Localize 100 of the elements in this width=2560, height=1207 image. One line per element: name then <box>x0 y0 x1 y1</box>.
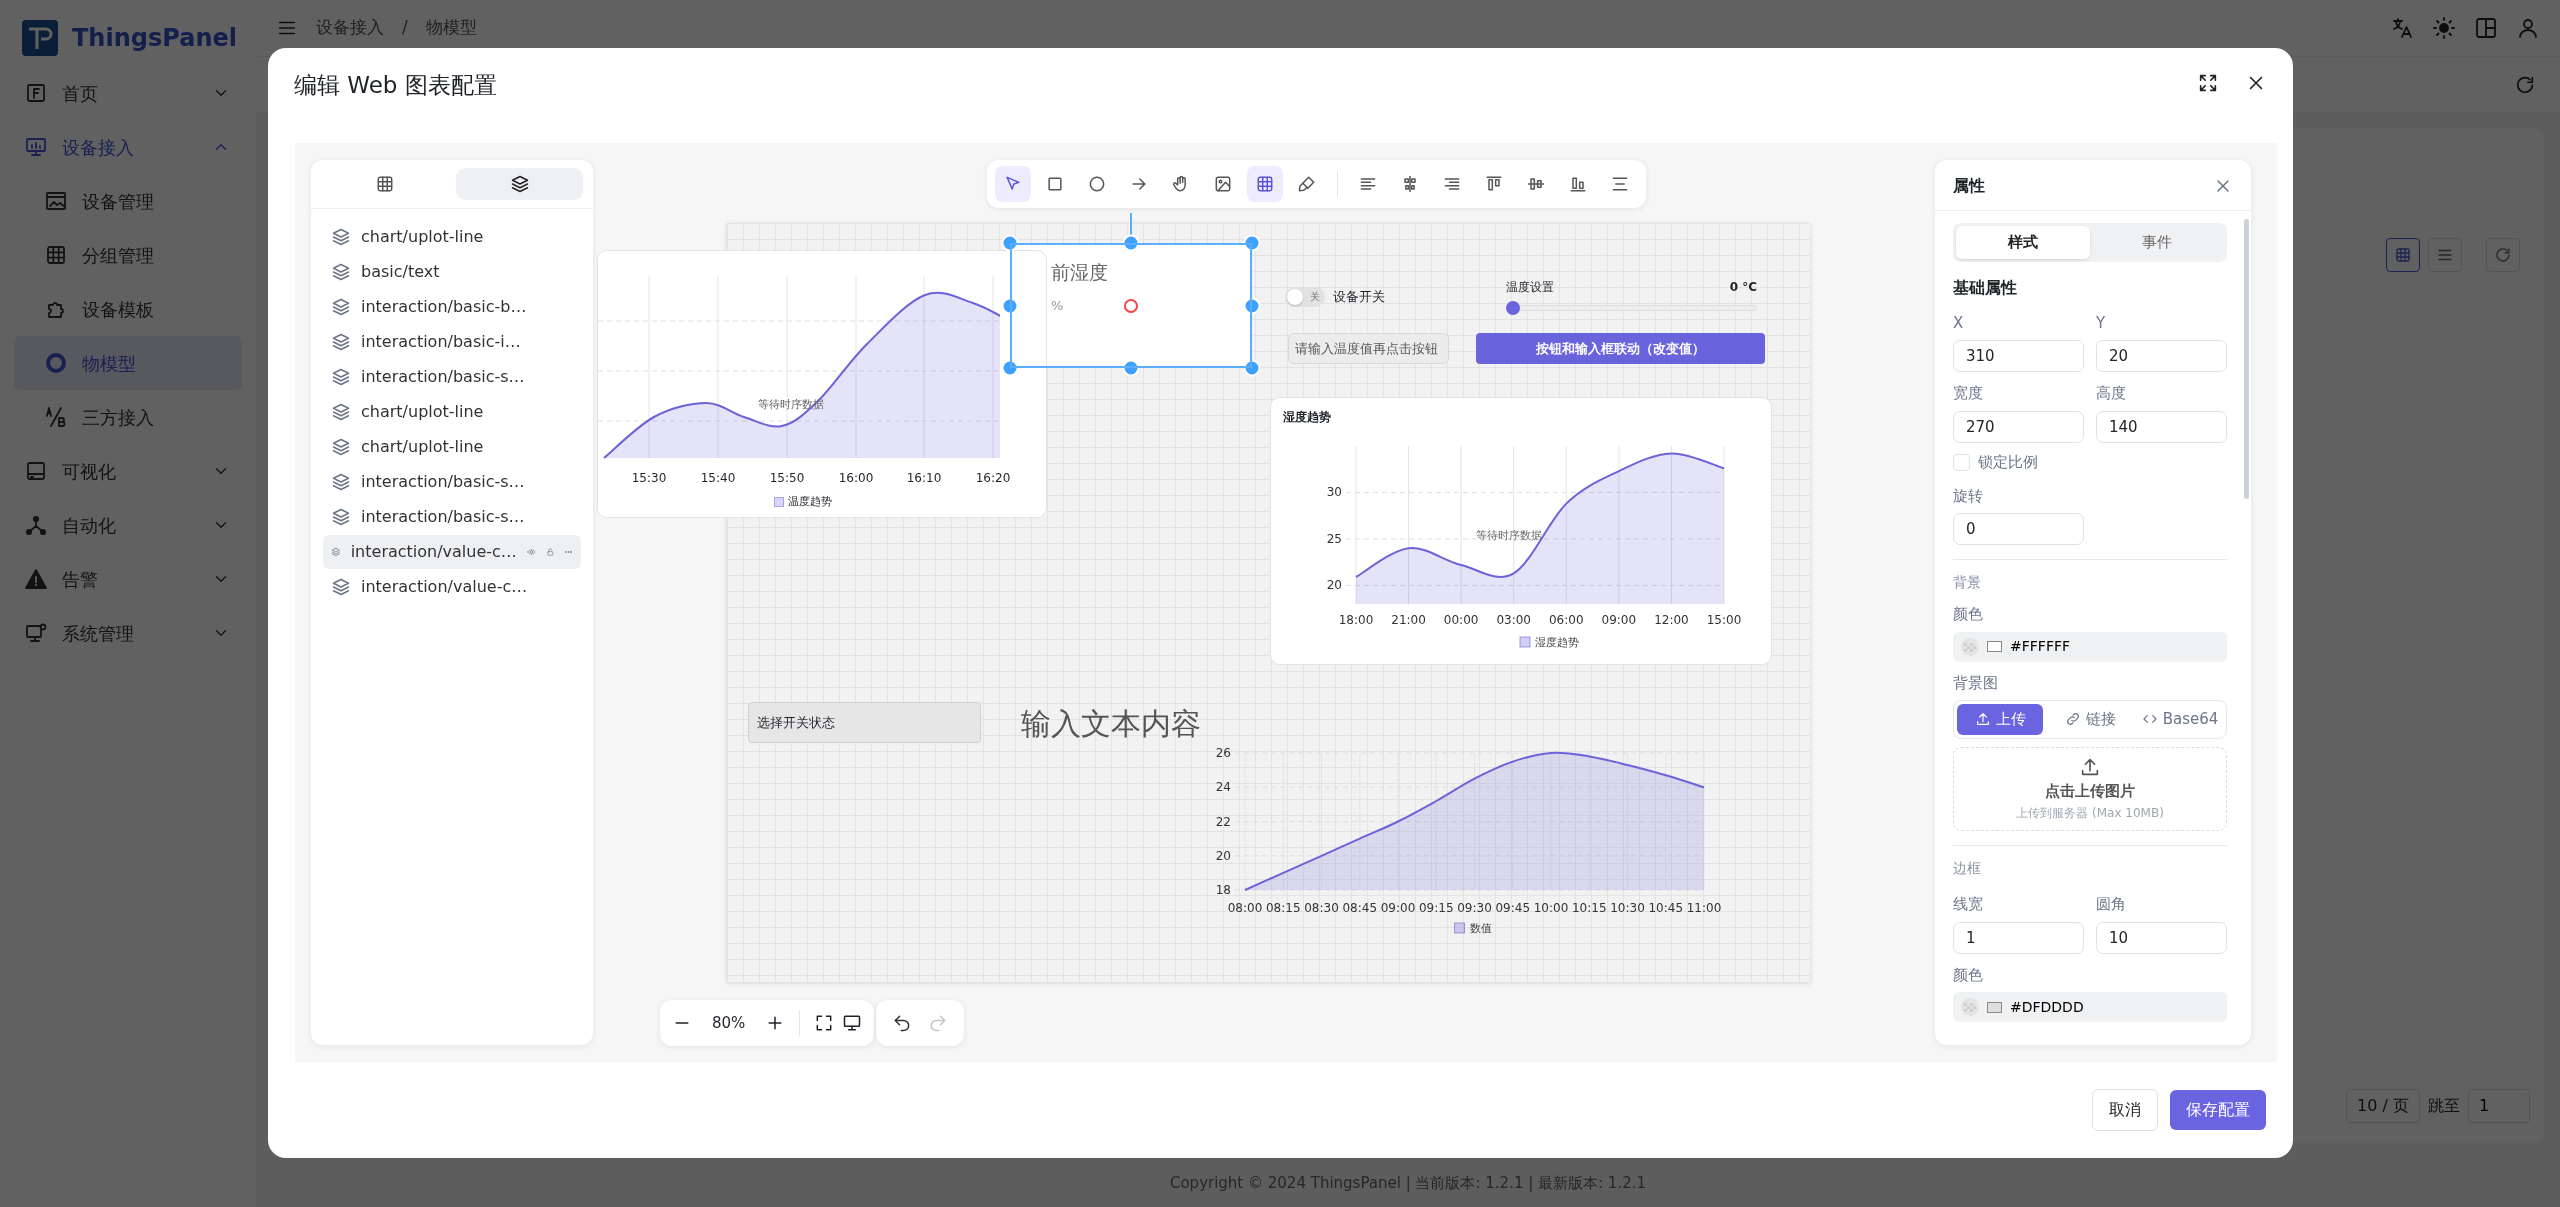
handle-line <box>1130 213 1132 235</box>
rotation-handle[interactable] <box>1124 298 1138 313</box>
legend-label: 温度趋势 <box>788 494 832 510</box>
axis-tick-label: 26 <box>1215 746 1231 760</box>
tab[interactable]: 事件 <box>2090 226 2224 259</box>
brush-icon <box>1297 174 1317 194</box>
layers-icon <box>331 437 351 457</box>
layer-item[interactable]: chart/uplot-line <box>323 220 581 254</box>
lock-ratio-checkbox[interactable] <box>1953 454 1970 471</box>
toggle-switch[interactable]: 关 <box>1285 287 1325 307</box>
color-field[interactable]: #FFFFFF <box>1953 631 2227 662</box>
layer-item[interactable]: interaction/basic-s… <box>323 500 581 534</box>
square-icon <box>1045 174 1065 194</box>
selection-outline[interactable] <box>1010 243 1252 368</box>
tab[interactable]: 样式 <box>1956 226 2090 259</box>
tool-button[interactable] <box>1247 166 1283 202</box>
metric-title: 前湿度 <box>1051 260 1108 285</box>
axis-tick-label: 16:00 <box>838 470 874 487</box>
layer-item[interactable]: basic/text <box>323 255 581 289</box>
upload-area[interactable]: 点击上传图片 上传到服务器 (Max 10MB) <box>1953 746 2227 831</box>
axis-tick-label: 10:30 <box>1610 901 1645 915</box>
canvas-text: 输入文本内容 <box>1021 705 1201 743</box>
field-label: Y <box>2096 312 2107 334</box>
warning-icon <box>24 567 48 591</box>
layer-item[interactable]: interaction/value-c… <box>323 570 581 604</box>
layer-item[interactable]: chart/uplot-line <box>323 395 581 429</box>
axis-tick-label: 09:00 <box>1601 613 1637 627</box>
grid-icon <box>2394 246 2412 264</box>
ring-icon <box>44 351 68 375</box>
cancel-button[interactable]: 取消 <box>2092 1089 2158 1131</box>
x-field[interactable]: 310 <box>1953 340 2084 372</box>
axis-tick-label: 06:00 <box>1549 613 1584 627</box>
height-field[interactable]: 140 <box>2096 410 2227 443</box>
axis-tick-label: 00:00 <box>1443 613 1479 627</box>
color-field[interactable]: #DFDDDD <box>1953 992 2227 1022</box>
rotation-field[interactable]: 0 <box>1953 513 2084 545</box>
brand-name: ThingsPanel <box>72 23 237 54</box>
chart-title: 湿度趋势 <box>1283 409 1331 426</box>
tool-button[interactable] <box>995 166 1031 202</box>
save-button[interactable]: 保存配置 <box>2170 1090 2266 1130</box>
checkbox-label: 锁定比例 <box>1978 452 2038 474</box>
width-field[interactable]: 270 <box>1953 410 2084 443</box>
list-view-button[interactable] <box>2428 238 2462 272</box>
panel-tab[interactable] <box>456 168 583 200</box>
legend-swatch <box>774 497 784 508</box>
user-icon[interactable] <box>2516 16 2540 40</box>
monitor-icon[interactable] <box>842 1013 863 1033</box>
status-text: 等待时序数据 <box>758 397 824 413</box>
legend-swatch <box>1519 636 1531 648</box>
slider-label: 温度设置 <box>1506 279 1554 296</box>
status-select[interactable]: 选择开关状态 <box>748 702 981 743</box>
align-top-icon <box>1484 174 1504 194</box>
layer-item[interactable]: interaction/basic-s… <box>323 465 581 499</box>
expand-icon[interactable] <box>2197 72 2219 94</box>
checker-icon <box>1961 637 1979 656</box>
layout-icon[interactable] <box>2474 16 2498 40</box>
field-label: 高度 <box>2096 383 2127 404</box>
grid-view-button[interactable] <box>2386 238 2420 272</box>
source-tab[interactable]: Base64 <box>2137 704 2223 735</box>
section-heading: 边框 <box>1953 859 1982 878</box>
layer-item[interactable]: interaction/value-c… <box>323 535 581 569</box>
checker-icon <box>1961 998 1979 1016</box>
slider-track[interactable] <box>1506 300 1757 316</box>
value-input[interactable]: 请输入温度值再点击按钮 <box>1288 333 1449 364</box>
source-tab[interactable]: 链接 <box>2047 704 2133 735</box>
axis-tick-label: 18:00 <box>1338 613 1374 627</box>
slider-thumb[interactable] <box>1506 301 1520 315</box>
axis-tick-label: 30 <box>1326 485 1342 500</box>
translate-icon[interactable] <box>2390 16 2414 40</box>
layer-item[interactable]: interaction/basic-s… <box>323 360 581 394</box>
circle-icon <box>1087 174 1107 194</box>
layers-icon <box>509 174 530 194</box>
field-label: 背景图 <box>1953 672 1999 694</box>
layer-item[interactable]: interaction/basic-b… <box>323 290 581 324</box>
axis-tick-label: 09:45 <box>1495 901 1531 915</box>
apply-button[interactable]: 按钮和输入框联动（改变值） <box>1476 333 1765 364</box>
layer-item[interactable]: interaction/basic-i… <box>323 325 581 359</box>
redo-icon <box>928 1013 948 1033</box>
layers-icon <box>331 577 351 597</box>
source-tab[interactable]: 上传 <box>1957 704 2043 735</box>
field-label: 圆角 <box>2096 894 2127 915</box>
y-field[interactable]: 20 <box>2096 340 2227 372</box>
line-width-field[interactable]: 1 <box>1953 921 2084 954</box>
picture-frame-icon <box>44 189 68 213</box>
field-label: 颜色 <box>1953 604 1984 625</box>
sun-icon[interactable] <box>2432 16 2456 40</box>
axis-tick-label: 16:10 <box>906 470 942 487</box>
axis-tick-label: 15:50 <box>769 470 805 487</box>
link-icon <box>2064 711 2081 728</box>
slider-reading: 0 °C <box>1729 279 1757 296</box>
axis-tick-label: 10:45 <box>1648 901 1684 915</box>
panel-title: 属性 <box>1953 175 1985 197</box>
refresh-button[interactable] <box>2486 238 2520 272</box>
layer-item[interactable]: chart/uplot-line <box>323 430 581 464</box>
align-bottom-icon <box>1568 174 1588 194</box>
radius-field[interactable]: 10 <box>2096 921 2227 954</box>
axis-tick-label: 09:00 <box>1380 901 1416 915</box>
axis-tick-label: 12:00 <box>1654 613 1689 627</box>
layers-icon <box>331 332 351 352</box>
section-heading: 基础属性 <box>1953 276 2018 299</box>
